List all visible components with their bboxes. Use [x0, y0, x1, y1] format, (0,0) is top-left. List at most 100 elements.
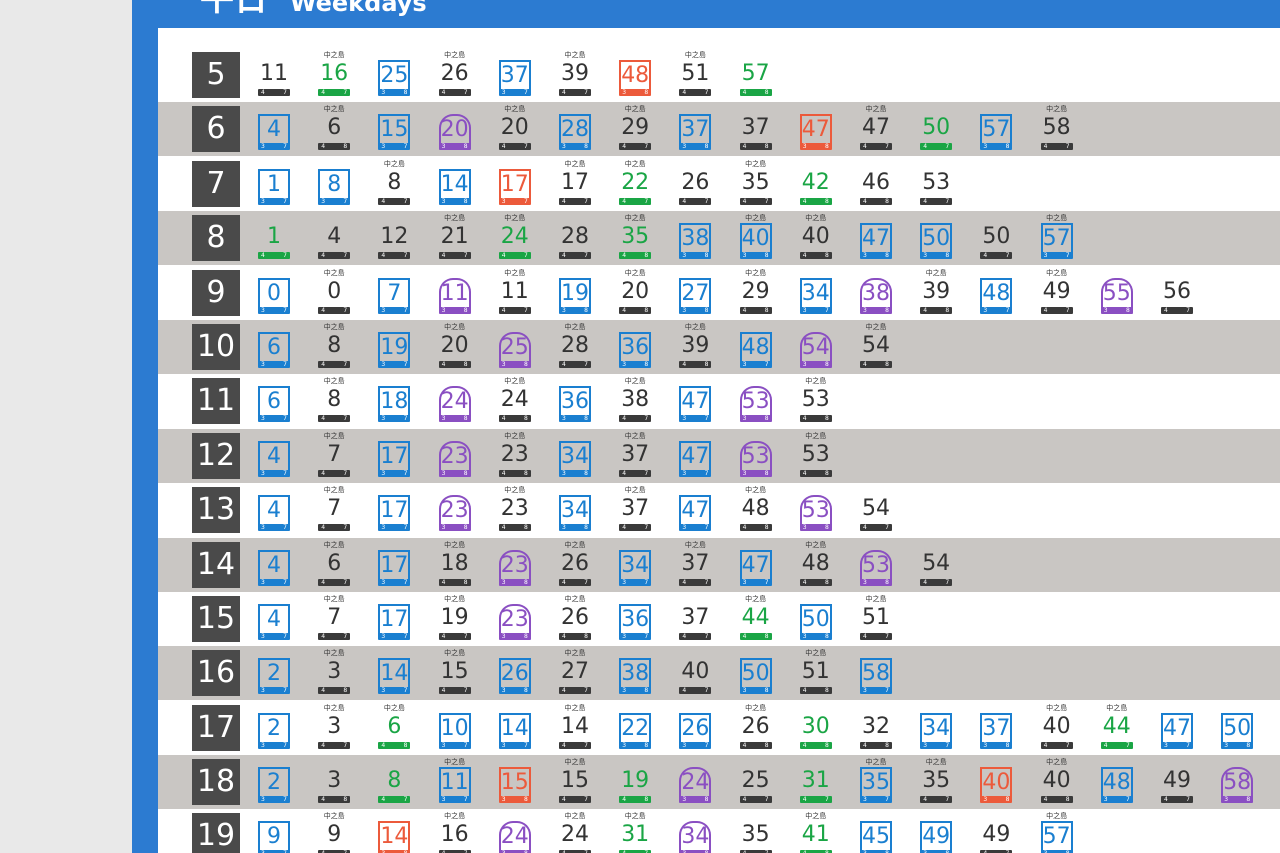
minute-value: 49 — [920, 821, 953, 852]
car-tag-left: 4 — [622, 469, 627, 477]
car-tag: 38 — [739, 252, 772, 260]
minute-value: 26 — [679, 712, 712, 743]
car-tag-left: 4 — [501, 469, 506, 477]
car-tag-right: 7 — [1065, 143, 1070, 151]
minute-value: 9 — [258, 821, 290, 852]
car-tag-left: 4 — [742, 197, 747, 205]
note-label: 中之島 — [444, 540, 466, 549]
car-tag-left: 4 — [1164, 306, 1168, 314]
car-tag: 37 — [1100, 796, 1133, 804]
car-tag-right: 7 — [463, 89, 468, 96]
note-label — [254, 269, 294, 277]
note-label: 中之島 — [323, 540, 345, 549]
note-label — [856, 812, 896, 820]
departure-minute: 3547 — [736, 809, 776, 853]
car-tag-right: 7 — [343, 360, 348, 368]
note-label: 中之島 — [444, 51, 466, 59]
minute-value: 26 — [561, 604, 589, 630]
minute-value: 35 — [741, 822, 770, 848]
car-tag-right: 8 — [584, 469, 588, 477]
departure-minute: 中之島 6 4 7 — [314, 538, 354, 592]
car-tag-right: 7 — [403, 796, 408, 804]
car-tag-right: 8 — [584, 143, 588, 151]
car-tag: 47 — [559, 252, 591, 260]
car-tag-right: 8 — [343, 143, 348, 151]
car-tag: 47 — [378, 796, 411, 804]
car-tag: 38 — [498, 360, 531, 368]
note-label — [374, 214, 414, 222]
car-tag-left: 3 — [1103, 796, 1108, 804]
departure-minute: 中之島 15 4 7 — [555, 755, 595, 809]
car-tag-left: 4 — [682, 687, 687, 695]
minute-value: 50 — [922, 115, 951, 141]
minute-value: 50 — [1221, 712, 1254, 743]
minute-value: 45 — [860, 821, 892, 852]
car-tag-left: 4 — [441, 360, 446, 368]
car-tag: 47 — [559, 89, 591, 96]
hour-label: 17 — [192, 704, 240, 751]
car-tag-right: 7 — [764, 578, 769, 586]
car-tag-right: 8 — [523, 796, 528, 804]
note-label: 中之島 — [865, 758, 887, 767]
car-tag: 47 — [318, 578, 351, 586]
note-label: 中之島 — [684, 322, 706, 331]
car-tag-right: 8 — [523, 524, 528, 532]
car-tag-left: 3 — [1224, 796, 1229, 804]
car-tag-right: 7 — [403, 578, 408, 586]
car-tag-left: 4 — [562, 687, 566, 695]
car-tag: 37 — [619, 578, 652, 586]
car-tag: 38 — [799, 360, 832, 368]
departure-minute: 4538 — [856, 809, 896, 853]
departure-minute: 中之島 20 4 8 — [435, 320, 475, 374]
car-tag-left: 3 — [682, 306, 687, 314]
note-label — [1157, 704, 1197, 712]
departure-minute: 437 — [254, 483, 294, 537]
departure-minute: 中之島 8 4 7 — [374, 157, 414, 211]
note-label: 中之島 — [323, 51, 345, 59]
minute-value: 39 — [922, 278, 951, 304]
car-tag-left: 3 — [983, 143, 988, 151]
note-label: 中之島 — [805, 540, 827, 549]
car-tag-right: 7 — [644, 143, 649, 151]
note-label: 中之島 — [504, 431, 526, 440]
minute-value: 36 — [619, 331, 652, 362]
departure-minute: 中之島 35 4 7 — [916, 755, 956, 809]
hour-row: 10 6 3 7 中之島 8 4 7 19 3 7 中之島 20 4 8 25 3 8 中之島 28 4 7 36 3 8 中之島… — [158, 319, 1280, 374]
departure-minute: 737 — [374, 266, 414, 320]
note-label — [555, 105, 595, 113]
car-tag-right: 7 — [343, 197, 348, 205]
minute-value: 26 — [561, 550, 589, 576]
note-label: 中之島 — [323, 322, 345, 331]
car-tag: 38 — [739, 687, 772, 695]
car-tag-right: 7 — [824, 306, 829, 314]
car-tag-left: 4 — [802, 252, 807, 260]
minute-value: 24 — [500, 224, 529, 250]
note-label: 中之島 — [624, 812, 646, 821]
note-label — [916, 704, 956, 712]
car-tag-right: 7 — [584, 796, 588, 804]
minute-value: 28 — [559, 114, 591, 145]
hour-label: 11 — [192, 378, 240, 425]
minute-value: 3 — [327, 713, 342, 739]
car-tag-left: 3 — [381, 632, 386, 640]
car-tag: 47 — [378, 197, 411, 205]
car-tag: 37 — [920, 741, 953, 749]
departure-minute: 237 — [254, 755, 294, 809]
car-tag-left: 4 — [622, 197, 627, 205]
car-tag-right: 7 — [523, 197, 528, 205]
car-tag-left: 3 — [261, 143, 265, 151]
car-tag: 38 — [860, 578, 892, 586]
note-label — [675, 377, 715, 385]
minute-value: 47 — [679, 495, 712, 526]
car-tag: 47 — [1100, 741, 1133, 749]
car-tag: 48 — [318, 796, 351, 804]
minute-value: 35 — [922, 768, 951, 794]
car-tag-right: 7 — [283, 741, 287, 749]
note-label — [555, 269, 595, 277]
minute-value: 4 — [258, 495, 290, 526]
departure-minute: 3438 — [675, 809, 715, 853]
car-tag-left: 3 — [441, 741, 446, 749]
minute-value: 47 — [679, 440, 712, 471]
note-label — [254, 377, 294, 385]
car-tag-right: 8 — [885, 360, 889, 368]
